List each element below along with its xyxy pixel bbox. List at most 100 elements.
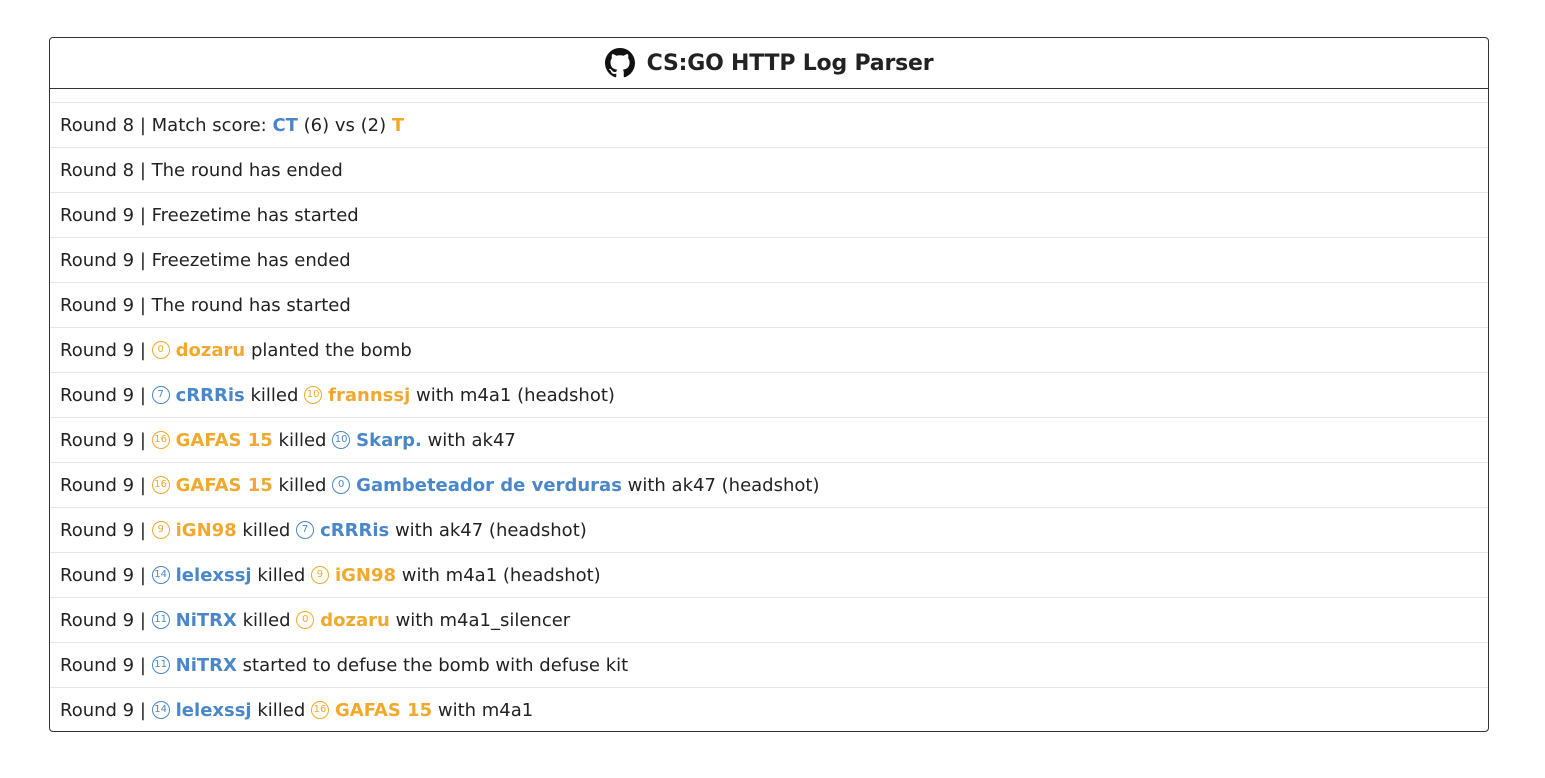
log-entry: Round 9 | 11 NiTRX started to defuse the …	[50, 642, 1488, 687]
log-entry: Round 9 | 7 cRRRis killed 10 frannssj with…	[50, 372, 1488, 417]
player-name-text: lelexssj	[175, 564, 252, 586]
log-text: killed	[251, 699, 311, 721]
log-text: with m4a1 (headshot)	[410, 384, 615, 406]
log-text: Round 9 |	[60, 339, 152, 361]
log-text: Round 8 | The round has ended	[60, 159, 343, 181]
player-name: 16 GAFAS 15	[151, 474, 273, 496]
player-slot-icon: 14	[151, 565, 170, 584]
player-name: 10 frannssj	[304, 385, 410, 406]
log-text: started to defuse the bomb with defuse k…	[236, 654, 629, 676]
player-name: 16 GAFAS 15	[310, 699, 433, 721]
player-name: 10 Skarp.	[332, 430, 422, 451]
log-text: Round 9 |	[60, 429, 152, 451]
player-name: 7 cRRRis	[296, 520, 389, 541]
player-name: 0 dozaru	[296, 610, 390, 631]
log-text: Round 9 |	[60, 384, 152, 406]
player-slot-icon: 11	[151, 655, 170, 674]
player-slot-icon: 0	[151, 340, 170, 359]
player-name-text: Skarp.	[356, 429, 422, 451]
log-text: Round 9 |	[60, 609, 152, 631]
player-name: 7 cRRRis	[151, 384, 245, 406]
player-slot-icon: 0	[332, 475, 351, 494]
player-name: 9 iGN98	[310, 564, 397, 586]
player-name-text: iGN98	[334, 564, 397, 586]
player-slot-icon: 0	[296, 610, 315, 629]
player-name-text: lelexssj	[175, 699, 252, 721]
log-text: Round 9 | Freezetime has started	[60, 204, 359, 226]
player-slot-icon: 11	[151, 610, 170, 629]
player-slot-icon: 16	[151, 475, 170, 494]
player-slot-icon: 9	[310, 565, 329, 584]
github-icon[interactable]	[604, 48, 635, 78]
log-entry: Round 9 | 9 iGN98 killed 7 cRRRis with ak4…	[50, 507, 1488, 552]
player-slot-icon: 7	[296, 520, 315, 539]
player-slot-icon: 10	[304, 385, 323, 404]
log-entry: Round 9 | 0 dozaru planted the bomb	[50, 327, 1488, 372]
player-slot-icon: 16	[151, 430, 170, 449]
log-entry: Round 8 | Match score: CT (6) vs (2) T	[50, 102, 1488, 147]
player-name: 9 iGN98	[151, 519, 237, 541]
player-name-text: cRRRis	[175, 384, 245, 406]
player-name: 16 GAFAS 15	[151, 429, 273, 451]
log-text: Round 8 | Match score:	[60, 114, 273, 136]
log-text: with m4a1_silencer	[389, 609, 571, 631]
log-text: Round 9 |	[60, 654, 152, 676]
log-text: with m4a1 (headshot)	[396, 564, 601, 586]
log-text: Round 9 |	[60, 519, 152, 541]
player-name: 14 lelexssj	[151, 699, 252, 721]
team-label: CT	[272, 114, 298, 136]
player-name-text: GAFAS 15	[175, 474, 273, 496]
page-title: CS:GO HTTP Log Parser	[646, 50, 934, 76]
log-entry: Round 9 | 14 lelexssj killed 9 iGN98 with …	[50, 552, 1488, 597]
player-name-text: cRRRis	[320, 519, 390, 541]
panel-header: CS:GO HTTP Log Parser	[50, 38, 1488, 89]
log-text: Round 9 | The round has started	[60, 294, 351, 316]
player-name: 11 NiTRX	[151, 654, 237, 676]
player-name-text: GAFAS 15	[175, 429, 273, 451]
log-entry: Round 8 | The round has ended	[50, 147, 1488, 192]
player-name: 14 lelexssj	[151, 564, 252, 586]
team-label: T	[391, 114, 405, 136]
log-text: with ak47 (headshot)	[621, 474, 820, 496]
log-entry: Round 9 | The round has started	[50, 282, 1488, 327]
player-slot-icon: 7	[151, 385, 170, 404]
log-text: Round 9 |	[60, 564, 152, 586]
player-name-text: Gambeteador de verduras	[356, 474, 622, 496]
player-name-text: GAFAS 15	[334, 699, 433, 721]
player-name-text: dozaru	[175, 339, 246, 361]
player-slot-icon: 14	[151, 700, 170, 719]
log-text: (6) vs (2)	[297, 114, 392, 136]
log-text: killed	[272, 429, 333, 451]
log-list-inner: Round 8 | Match score: CT (6) vs (2) T Ro…	[50, 102, 1488, 731]
log-text: killed	[244, 384, 305, 406]
player-slot-icon: 16	[310, 700, 329, 719]
log-text: Round 9 |	[60, 474, 152, 496]
player-slot-icon: 9	[151, 520, 170, 539]
log-text: killed	[236, 519, 297, 541]
log-list[interactable]: Round 8 | Match score: CT (6) vs (2) T Ro…	[50, 89, 1488, 731]
log-entry: Round 9 | 16 GAFAS 15 killed 0 Gambeteador…	[50, 462, 1488, 507]
player-name-text: frannssj	[328, 384, 411, 406]
log-text: killed	[251, 564, 311, 586]
log-text: with m4a1	[432, 699, 534, 721]
player-name: 0 Gambeteador de verduras	[332, 475, 622, 496]
log-entry: Round 9 | 14 lelexssj killed 16 GAFAS 15 w…	[50, 687, 1488, 731]
log-text: planted the bomb	[245, 339, 412, 361]
log-text: Round 9 | Freezetime has ended	[60, 249, 351, 271]
log-entry: Round 9 | 16 GAFAS 15 killed 10 Skarp. wit…	[50, 417, 1488, 462]
player-name: 11 NiTRX	[151, 609, 237, 631]
player-name-text: iGN98	[175, 519, 237, 541]
log-entry: Round 9 | Freezetime has ended	[50, 237, 1488, 282]
log-text: killed	[236, 609, 297, 631]
log-entry: Round 9 | Freezetime has started	[50, 192, 1488, 237]
log-entry: Round 9 | 11 NiTRX killed 0 dozaru with m4…	[50, 597, 1488, 642]
log-text: killed	[272, 474, 333, 496]
player-name-text: NiTRX	[175, 609, 237, 631]
log-text: Round 9 |	[60, 699, 152, 721]
player-name: 0 dozaru	[151, 339, 246, 361]
log-panel: CS:GO HTTP Log Parser Round 8 | Match sc…	[49, 37, 1489, 732]
player-name-text: NiTRX	[175, 654, 237, 676]
player-slot-icon: 10	[332, 430, 351, 449]
player-name-text: dozaru	[320, 609, 390, 631]
log-text: with ak47 (headshot)	[389, 519, 587, 541]
